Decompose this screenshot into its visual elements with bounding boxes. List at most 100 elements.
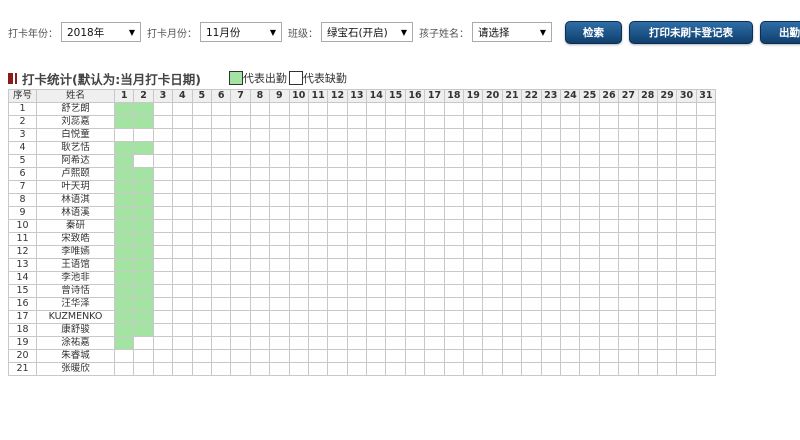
attendance-cell xyxy=(676,180,697,194)
attendance-cell xyxy=(327,193,348,207)
present-legend-swatch xyxy=(228,71,243,85)
attendance-cell xyxy=(579,206,600,220)
attendance-cell xyxy=(404,206,426,220)
attendance-cell xyxy=(210,115,232,129)
child-name: 张暖欣 xyxy=(36,362,115,376)
search-button[interactable]: 检索 xyxy=(565,20,622,44)
attendance-cell xyxy=(230,115,251,129)
attendance-cell xyxy=(404,128,426,142)
attendance-cell xyxy=(598,102,620,116)
attendance-cell xyxy=(676,115,697,129)
row-index: 4 xyxy=(8,141,37,155)
attendance-cell xyxy=(385,141,406,155)
attendance-cell xyxy=(346,271,368,285)
attendance-cell xyxy=(463,128,484,142)
attendance-cell xyxy=(133,128,154,142)
title-marker-bar-icon xyxy=(15,72,17,84)
table-row: 15 曾诗恬 xyxy=(8,284,717,298)
attendance-cell xyxy=(695,323,717,337)
attendance-cell xyxy=(249,167,271,181)
child-name: 叶天玥 xyxy=(36,180,115,194)
attendance-cell xyxy=(676,297,697,311)
attendance-cell xyxy=(618,336,639,350)
attendance-cell-present xyxy=(113,232,135,246)
attendance-cell xyxy=(249,232,271,246)
attendance-cell xyxy=(230,323,251,337)
attendance-cell xyxy=(346,349,368,363)
attendance-cell xyxy=(540,180,561,194)
table-row: 4 耿艺恬 xyxy=(8,141,717,155)
attendance-cell xyxy=(366,219,387,233)
row-index: 13 xyxy=(8,258,37,272)
attendance-cell xyxy=(501,167,523,181)
year-select[interactable]: 2018年 ▼ xyxy=(61,22,141,42)
attendance-cell xyxy=(695,219,717,233)
table-row: 16 汪华泽 xyxy=(8,297,717,311)
attendance-cell xyxy=(385,180,406,194)
attendance-cell xyxy=(346,297,368,311)
attendance-register-button[interactable]: 出勤登记 xyxy=(760,20,800,44)
attendance-cell xyxy=(559,323,581,337)
attendance-cell xyxy=(327,362,348,376)
month-select[interactable]: 11月份 ▼ xyxy=(200,22,282,42)
attendance-cell-present xyxy=(113,115,135,129)
attendance-cell xyxy=(288,232,309,246)
attendance-cell xyxy=(695,206,717,220)
attendance-cell xyxy=(637,141,658,155)
attendance-cell xyxy=(618,232,639,246)
attendance-cell xyxy=(210,180,232,194)
attendance-cell xyxy=(579,258,600,272)
attendance-cell xyxy=(637,323,658,337)
attendance-cell xyxy=(695,297,717,311)
attendance-cell xyxy=(637,180,658,194)
attendance-cell xyxy=(288,167,309,181)
attendance-cell xyxy=(191,323,212,337)
attendance-cell xyxy=(443,115,465,129)
attendance-cell xyxy=(540,336,561,350)
attendance-cell xyxy=(540,232,561,246)
attendance-cell xyxy=(443,258,465,272)
attendance-cell xyxy=(230,154,251,168)
child-name: 王语馆 xyxy=(36,258,115,272)
attendance-cell xyxy=(463,245,484,259)
attendance-cell xyxy=(695,271,717,285)
attendance-cell xyxy=(249,154,271,168)
attendance-cell xyxy=(579,180,600,194)
attendance-cell xyxy=(366,258,387,272)
attendance-cell xyxy=(307,102,329,116)
day-header: 4 xyxy=(172,89,193,103)
attendance-cell xyxy=(482,180,503,194)
attendance-cell xyxy=(656,206,678,220)
class-select[interactable]: 绿宝石(开启) ▼ xyxy=(321,22,413,42)
attendance-cell xyxy=(307,349,329,363)
attendance-cell xyxy=(288,271,309,285)
attendance-cell xyxy=(327,349,348,363)
attendance-cell xyxy=(443,297,465,311)
attendance-cell xyxy=(463,323,484,337)
attendance-cell xyxy=(404,310,426,324)
child-name: 林语淇 xyxy=(36,193,115,207)
attendance-cell xyxy=(269,297,290,311)
month-label: 打卡月份： xyxy=(147,28,197,40)
day-header: 28 xyxy=(637,89,658,103)
attendance-cell xyxy=(307,245,329,259)
attendance-cell xyxy=(191,115,212,129)
attendance-cell xyxy=(191,349,212,363)
attendance-cell xyxy=(501,271,523,285)
attendance-cell xyxy=(327,128,348,142)
attendance-cell xyxy=(191,232,212,246)
attendance-cell xyxy=(385,245,406,259)
attendance-cell xyxy=(269,154,290,168)
print-unswiped-button[interactable]: 打印未刷卡登记表 xyxy=(629,20,753,44)
attendance-cell xyxy=(385,206,406,220)
attendance-cell xyxy=(482,141,503,155)
row-index: 20 xyxy=(8,349,37,363)
attendance-cell xyxy=(152,362,174,376)
attendance-cell xyxy=(424,154,445,168)
child-name: 刘蕊嘉 xyxy=(36,115,115,129)
child-select[interactable]: 请选择 ▼ xyxy=(472,22,552,42)
attendance-cell xyxy=(172,141,193,155)
attendance-cell xyxy=(656,271,678,285)
attendance-cell xyxy=(637,128,658,142)
attendance-cell xyxy=(482,336,503,350)
